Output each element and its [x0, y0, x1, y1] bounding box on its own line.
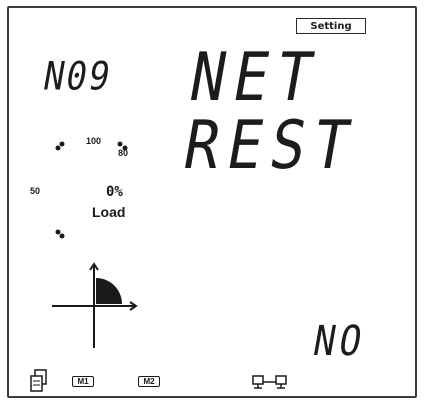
load-percent: 0%	[106, 184, 123, 200]
load-label: Load	[92, 204, 126, 220]
m1-icon: M1	[72, 376, 94, 387]
title-line-1: NET	[184, 38, 327, 117]
gauge-arc-icon	[55, 141, 128, 239]
title-line-2: REST	[178, 106, 364, 185]
gauge-tick-100: 100	[86, 136, 102, 146]
m2-label: M2	[143, 377, 155, 386]
quadrant-icon	[52, 262, 138, 348]
menu-number: N09	[39, 54, 116, 100]
setting-badge: Setting	[296, 18, 366, 34]
m2-icon: M2	[138, 376, 160, 387]
document-icon	[30, 369, 47, 392]
value-display: NO	[309, 318, 370, 366]
gauge-tick-80: 80	[118, 148, 129, 158]
lcd-screen: Setting N09 NET REST 100 80 50 0% Load N…	[0, 0, 427, 408]
m1-label: M1	[77, 377, 89, 386]
network-link-icon	[252, 375, 287, 389]
gauge-tick-50: 50	[30, 186, 41, 196]
